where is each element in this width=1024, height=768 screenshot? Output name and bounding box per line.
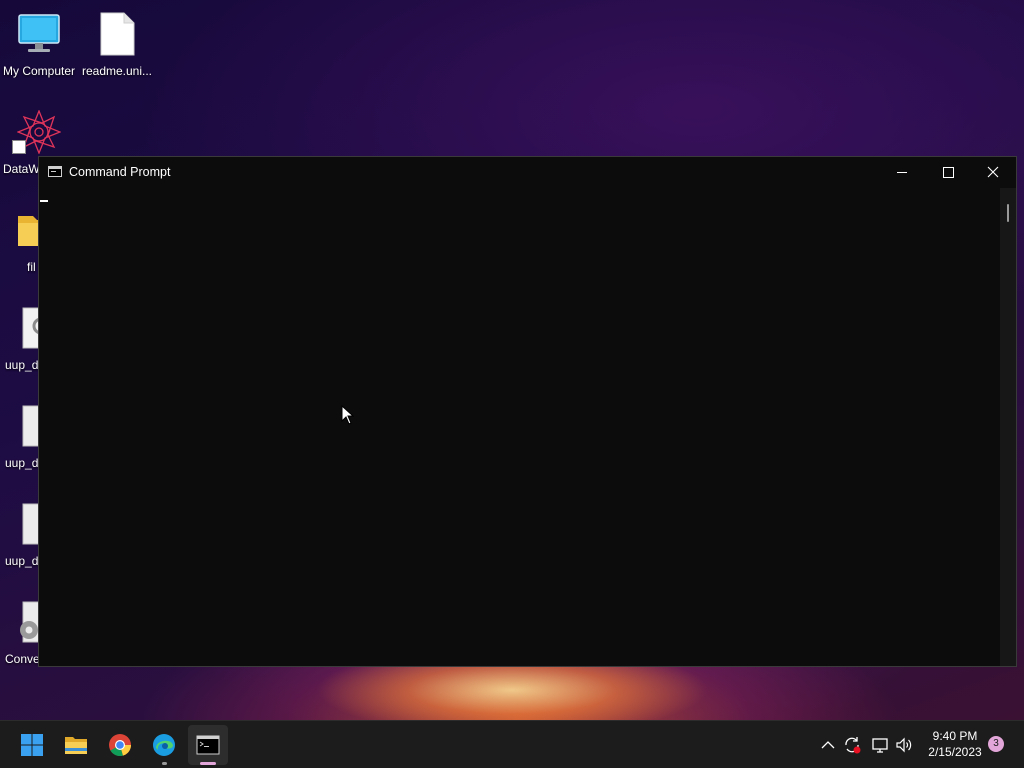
- maximize-button[interactable]: [925, 157, 971, 188]
- file-icon: [100, 12, 135, 56]
- taskbar-chrome[interactable]: [100, 725, 140, 765]
- text-cursor: [40, 200, 48, 202]
- notification-badge[interactable]: 3: [988, 736, 1004, 752]
- sync-icon[interactable]: [842, 735, 862, 755]
- edge-icon: [153, 734, 175, 756]
- system-clock[interactable]: 9:40 PM 2/15/2023: [922, 728, 988, 760]
- computer-icon: [18, 14, 60, 52]
- windows-start-icon: [21, 734, 43, 756]
- vertical-scrollbar[interactable]: [1000, 188, 1016, 666]
- scrollbar-thumb[interactable]: [1007, 204, 1009, 222]
- taskbar-command-prompt[interactable]: [188, 725, 228, 765]
- chevron-up-icon[interactable]: [818, 735, 838, 755]
- command-prompt-window[interactable]: Command Prompt: [38, 156, 1017, 667]
- taskbar-file-explorer[interactable]: [56, 725, 96, 765]
- network-icon[interactable]: [870, 735, 890, 755]
- desktop-icon-label: readme.uni...: [81, 64, 153, 78]
- clock-date: 2/15/2023: [928, 745, 982, 759]
- window-titlebar[interactable]: Command Prompt: [39, 157, 1016, 188]
- desktop: My Computer readme.uni... DataW fil uup_…: [0, 0, 1024, 720]
- desktop-icon-my-computer[interactable]: My Computer: [0, 6, 78, 98]
- mouse-pointer-icon: [341, 405, 355, 425]
- desktop-icon-label: My Computer: [2, 64, 76, 78]
- minimize-button[interactable]: [879, 157, 925, 188]
- shortcut-arrow-icon: [12, 140, 26, 154]
- close-button[interactable]: [970, 157, 1016, 188]
- volume-icon[interactable]: [894, 735, 914, 755]
- taskbar: 9:40 PM 2/15/2023 3: [0, 720, 1024, 768]
- window-title: Command Prompt: [69, 165, 171, 179]
- command-prompt-icon: [196, 735, 220, 755]
- desktop-icon-readme[interactable]: readme.uni...: [78, 6, 156, 98]
- start-button[interactable]: [12, 725, 52, 765]
- taskbar-edge[interactable]: [144, 725, 184, 765]
- running-indicator: [162, 762, 167, 765]
- clock-time: 9:40 PM: [932, 729, 978, 743]
- console-output[interactable]: [39, 188, 1000, 666]
- command-prompt-icon: [48, 166, 62, 177]
- close-icon: [987, 166, 999, 178]
- folder-icon: [65, 737, 87, 754]
- chrome-icon: [109, 734, 132, 757]
- active-indicator: [200, 762, 216, 765]
